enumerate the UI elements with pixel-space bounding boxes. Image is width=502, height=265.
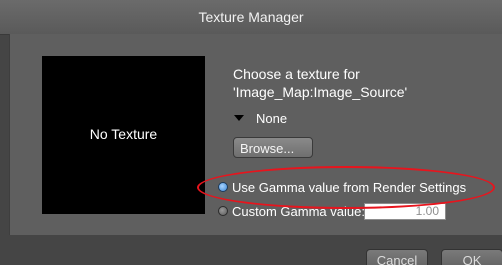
radio-unselected-icon bbox=[218, 206, 228, 216]
title-bar[interactable]: Texture Manager bbox=[0, 0, 502, 35]
radio-use-render-gamma-label: Use Gamma value from Render Settings bbox=[232, 180, 467, 195]
custom-gamma-input[interactable]: 1.00 bbox=[364, 203, 446, 220]
no-texture-label: No Texture bbox=[89, 126, 158, 142]
texture-prompt: Choose a texture for 'Image_Map:Image_So… bbox=[233, 65, 407, 101]
texture-dropdown-value: None bbox=[256, 111, 288, 126]
prompt-line-2: 'Image_Map:Image_Source' bbox=[233, 84, 408, 100]
ok-button[interactable]: OK bbox=[441, 249, 502, 265]
radio-custom-gamma-label: Custom Gamma value: bbox=[232, 204, 365, 219]
browse-button[interactable]: Browse... bbox=[233, 137, 313, 158]
window-title: Texture Manager bbox=[198, 9, 304, 25]
triangle-down-icon bbox=[234, 115, 244, 121]
texture-preview: No Texture bbox=[42, 56, 205, 214]
texture-manager-dialog: Texture Manager No Texture Choose a text… bbox=[0, 0, 502, 265]
radio-selected-icon bbox=[218, 182, 228, 192]
cancel-button[interactable]: Cancel bbox=[366, 249, 428, 265]
prompt-line-1: Choose a texture for bbox=[233, 66, 360, 82]
